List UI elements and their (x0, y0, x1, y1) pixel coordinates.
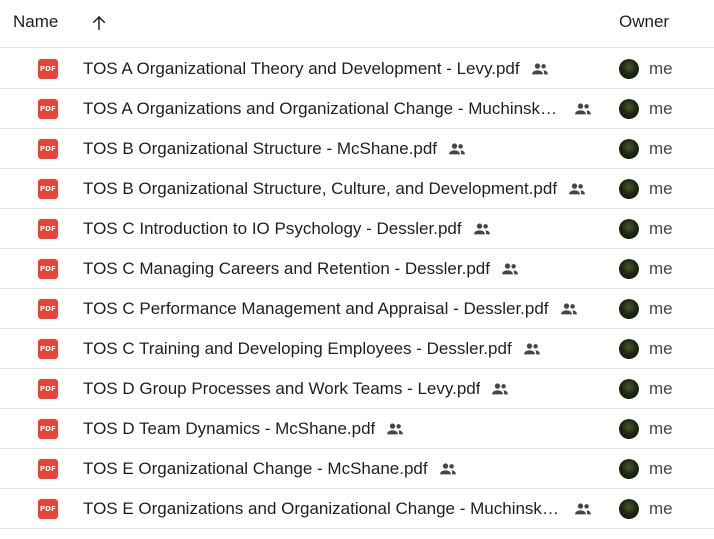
file-row[interactable]: PDF TOS C Training and Developing Employ… (0, 329, 714, 369)
owner-label: me (649, 379, 673, 398)
owner-label: me (649, 219, 673, 238)
owner-avatar[interactable] (619, 179, 639, 199)
owner-label: me (649, 99, 673, 118)
file-row[interactable]: PDF TOS A Organizational Theory and Deve… (0, 49, 714, 89)
file-row[interactable]: PDF TOS D Group Processes and Work Teams… (0, 369, 714, 409)
pdf-file-icon: PDF (38, 179, 58, 199)
file-name-cell: TOS D Team Dynamics - McShane.pdf (83, 409, 405, 448)
pdf-file-icon: PDF (38, 379, 58, 399)
owner-avatar[interactable] (619, 379, 639, 399)
file-name[interactable]: TOS C Introduction to IO Psychology - De… (83, 219, 462, 239)
file-row[interactable]: PDF TOS C Introduction to IO Psychology … (0, 209, 714, 249)
file-name[interactable]: TOS E Organizations and Organizational C… (83, 499, 563, 519)
shared-people-icon (530, 59, 550, 79)
shared-people-icon (385, 419, 405, 439)
file-name-cell: TOS E Organizational Change - McShane.pd… (83, 449, 458, 488)
owner-label: me (649, 299, 673, 318)
pdf-file-icon: PDF (38, 459, 58, 479)
owner-label: me (649, 179, 673, 198)
file-name-cell: TOS B Organizational Structure, Culture,… (83, 169, 587, 208)
owner-avatar[interactable] (619, 339, 639, 359)
owner-avatar[interactable] (619, 219, 639, 239)
file-name[interactable]: TOS C Training and Developing Employees … (83, 339, 512, 359)
shared-people-icon (522, 339, 542, 359)
file-name[interactable]: TOS E Organizational Change - McShane.pd… (83, 459, 428, 479)
file-name-cell: TOS E Organizations and Organizational C… (83, 489, 593, 528)
file-name-cell: TOS B Organizational Structure - McShane… (83, 129, 467, 168)
shared-people-icon (472, 219, 492, 239)
file-name[interactable]: TOS C Managing Careers and Retention - D… (83, 259, 490, 279)
pdf-file-icon: PDF (38, 419, 58, 439)
owner-label: me (649, 499, 673, 518)
file-name-cell: TOS C Managing Careers and Retention - D… (83, 249, 520, 288)
owner-label: me (649, 259, 673, 278)
file-row[interactable]: PDF TOS B Organizational Structure, Cult… (0, 169, 714, 209)
pdf-file-icon: PDF (38, 339, 58, 359)
file-name-cell: TOS A Organizations and Organizational C… (83, 89, 593, 128)
column-header-name[interactable]: Name (13, 12, 58, 32)
file-name-cell: TOS D Group Processes and Work Teams - L… (83, 369, 510, 408)
shared-people-icon (573, 499, 593, 519)
file-name[interactable]: TOS B Organizational Structure, Culture,… (83, 179, 557, 199)
owner-label: me (649, 339, 673, 358)
pdf-file-icon: PDF (38, 59, 58, 79)
pdf-file-icon: PDF (38, 99, 58, 119)
file-name-cell: TOS C Training and Developing Employees … (83, 329, 542, 368)
file-name[interactable]: TOS B Organizational Structure - McShane… (83, 139, 437, 159)
pdf-file-icon: PDF (38, 139, 58, 159)
shared-people-icon (447, 139, 467, 159)
file-list: PDF TOS A Organizational Theory and Deve… (0, 49, 714, 529)
owner-avatar[interactable] (619, 419, 639, 439)
shared-people-icon (500, 259, 520, 279)
owner-avatar[interactable] (619, 259, 639, 279)
file-row[interactable]: PDF TOS A Organizations and Organization… (0, 89, 714, 129)
file-name[interactable]: TOS C Performance Management and Apprais… (83, 299, 549, 319)
shared-people-icon (438, 459, 458, 479)
pdf-file-icon: PDF (38, 219, 58, 239)
arrow-up-icon (92, 15, 106, 30)
file-name[interactable]: TOS D Team Dynamics - McShane.pdf (83, 419, 375, 439)
file-name[interactable]: TOS D Group Processes and Work Teams - L… (83, 379, 480, 399)
pdf-file-icon: PDF (38, 299, 58, 319)
file-row[interactable]: PDF TOS E Organizations and Organization… (0, 489, 714, 529)
shared-people-icon (573, 99, 593, 119)
owner-avatar[interactable] (619, 299, 639, 319)
column-header-owner[interactable]: Owner (619, 12, 669, 32)
owner-label: me (649, 59, 673, 78)
owner-avatar[interactable] (619, 139, 639, 159)
file-row[interactable]: PDF TOS C Performance Management and App… (0, 289, 714, 329)
file-name-cell: TOS C Performance Management and Apprais… (83, 289, 579, 328)
shared-people-icon (490, 379, 510, 399)
owner-label: me (649, 419, 673, 438)
shared-people-icon (559, 299, 579, 319)
owner-avatar[interactable] (619, 459, 639, 479)
owner-avatar[interactable] (619, 59, 639, 79)
pdf-file-icon: PDF (38, 259, 58, 279)
file-row[interactable]: PDF TOS D Team Dynamics - McShane.pdf me (0, 409, 714, 449)
owner-avatar[interactable] (619, 499, 639, 519)
pdf-file-icon: PDF (38, 499, 58, 519)
file-row[interactable]: PDF TOS B Organizational Structure - McS… (0, 129, 714, 169)
file-name-cell: TOS A Organizational Theory and Developm… (83, 49, 550, 88)
sort-direction-button[interactable] (86, 10, 112, 36)
shared-people-icon (567, 179, 587, 199)
file-name[interactable]: TOS A Organizations and Organizational C… (83, 99, 563, 119)
file-list-header: Name Owner (0, 0, 714, 48)
owner-label: me (649, 139, 673, 158)
file-name[interactable]: TOS A Organizational Theory and Developm… (83, 59, 520, 79)
file-row[interactable]: PDF TOS E Organizational Change - McShan… (0, 449, 714, 489)
file-name-cell: TOS C Introduction to IO Psychology - De… (83, 209, 492, 248)
owner-avatar[interactable] (619, 99, 639, 119)
file-row[interactable]: PDF TOS C Managing Careers and Retention… (0, 249, 714, 289)
owner-label: me (649, 459, 673, 478)
